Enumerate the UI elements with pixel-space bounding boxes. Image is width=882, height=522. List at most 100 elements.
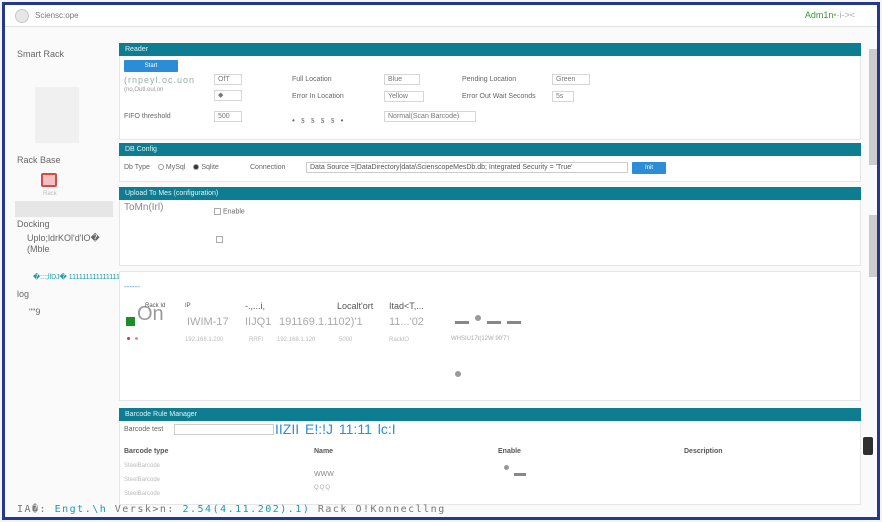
row2-port: 5000	[339, 337, 353, 343]
user-menu-extra: •·i-><	[833, 10, 855, 20]
col-local-port: Localt'ort	[337, 301, 374, 311]
rack-icon-label: Rack	[43, 191, 57, 197]
sidebar-item-upload[interactable]: Uplo;ldrKOl'd'lO� (Mble	[27, 233, 113, 254]
sidebar-item-log-sub: ""9	[29, 307, 41, 317]
col-misc: -.,...i,	[245, 301, 265, 311]
start-button[interactable]: Start	[124, 60, 178, 72]
app-title: Sciensc:ope	[35, 11, 79, 20]
full-location-label: Full Location	[292, 76, 332, 83]
loading-dot	[475, 315, 481, 321]
user-menu[interactable]: Adm1n•·i-><	[805, 10, 855, 20]
connection-label: Connection	[250, 164, 286, 171]
app-logo-icon	[15, 9, 29, 23]
reader-off-select[interactable]: OfT	[214, 74, 242, 85]
table-row[interactable]: SteelBarcode	[124, 491, 160, 497]
upload-checkbox-2[interactable]	[216, 236, 223, 243]
row2-rack: RackIO	[389, 337, 410, 343]
row2-ip2: 192.168.1.120	[277, 337, 316, 343]
barcode-test-label: Barcode test	[124, 426, 164, 433]
pending-location-select[interactable]: Green	[552, 74, 590, 85]
col-ip: IP	[185, 303, 191, 309]
reader-ghost-text: (rnpeyl.oc.uon	[124, 75, 196, 85]
reader-diamond-select[interactable]: ◆	[214, 90, 242, 101]
barcode-name-value: WWW	[314, 471, 334, 478]
sidebar-item-log[interactable]: log	[17, 289, 29, 299]
status-version-label: Versk>n:	[107, 504, 183, 515]
scrollbar-lower[interactable]	[869, 215, 877, 277]
error-location-select[interactable]: Yellow	[384, 91, 424, 102]
row-ijq: IIJQ1	[245, 316, 272, 328]
rack-dashes: ------	[124, 282, 140, 291]
rack-status-dot	[455, 371, 461, 377]
header-description: Description	[684, 448, 723, 455]
enable-label: Enable	[223, 208, 245, 216]
sidebar-selected-highlight[interactable]	[15, 201, 113, 217]
row-wim: IWIM-17	[187, 316, 229, 328]
barcode-strip: IIZII E!:!J 11:11 lc:I	[275, 421, 396, 437]
sqlite-radio[interactable]	[193, 164, 200, 171]
row2-wh: WHSIU17t(12W 90'7'l	[451, 336, 509, 342]
user-name: Adm1n	[804, 10, 834, 20]
header-enable: Enable	[498, 448, 521, 455]
error-location-label: Error In Location	[292, 93, 344, 100]
scrollbar-upper[interactable]	[869, 49, 877, 165]
scan-mode-select[interactable]: Normal(Scan Barcode)	[384, 111, 476, 122]
table-row[interactable]: SteelBarcode	[124, 477, 160, 483]
side-badge-icon[interactable]	[863, 437, 873, 455]
enable-checkbox[interactable]	[214, 208, 221, 215]
loading-dash-2	[487, 321, 501, 324]
status-bar: IA�: Engt.\h Versk>n: 2.54(4.11.202).1) …	[17, 504, 446, 515]
enable-dash	[514, 473, 526, 476]
reader-panel-header: Reader	[119, 43, 861, 56]
sqlite-label: Sqlite	[201, 164, 219, 171]
barcode-panel-header: Barcode Rule Manager	[119, 408, 861, 421]
mysql-radio[interactable]	[157, 164, 164, 171]
loading-dash-1	[455, 321, 469, 324]
connection-input[interactable]: Data Source =|DataDirectory|data\Sciensc…	[306, 162, 628, 173]
col-itad: Itad<T,...	[389, 301, 424, 311]
init-button[interactable]: Init	[632, 162, 666, 174]
rack-icon[interactable]	[41, 173, 57, 187]
db-panel: Db Type MySql Sqlite Connection Data Sou…	[119, 156, 861, 182]
row2-ip: 192.168.1.200	[185, 337, 224, 343]
enable-dot	[504, 465, 509, 470]
reader-ghost-sub: (no,Outl.oul,on	[124, 87, 164, 93]
error-dot-1	[127, 337, 130, 340]
barcode-name-sub: QQQ	[314, 485, 332, 491]
table-row[interactable]: SteelBarcode	[124, 463, 160, 469]
enable-row: Enable	[214, 208, 245, 215]
error-wait-select[interactable]: 5s	[552, 91, 574, 102]
reader-panel: Start (rnpeyl.oc.uon (no,Outl.oul,on OfT…	[119, 56, 861, 140]
error-wait-label: Error Out Wait Seconds	[462, 93, 536, 100]
status-prefix: IA�:	[17, 504, 55, 515]
pending-location-label: Pending Location	[462, 76, 517, 83]
row-ip: 191169.1.1102)'1	[279, 316, 363, 328]
row2-rfid: RRFI	[249, 337, 263, 343]
mysql-label: MySql	[165, 164, 186, 171]
sidebar-item-smart-rack[interactable]: Smart Rack	[17, 49, 64, 59]
fifo-label: FIFO threshold	[124, 113, 171, 120]
full-location-select[interactable]: Blue	[384, 74, 420, 85]
row-port: 11...'02	[389, 316, 424, 328]
barcode-panel: Barcode test Barcode type Name Enable De…	[119, 421, 861, 505]
status-version-value: 2.54(4.11.202).1)	[182, 504, 311, 515]
status-state: Rack O!Konnecllng	[310, 504, 446, 515]
sidebar-ghost-block	[35, 87, 79, 143]
sidebar-item-rack-base[interactable]: Rack Base	[17, 155, 61, 165]
reader-dots: • ƽ ƽ ƽ ƽ •	[292, 116, 346, 125]
upload-panel: ToMn(Irl) Enable	[119, 200, 861, 266]
col-rack-id: Rack Id	[145, 303, 166, 309]
header-name: Name	[314, 448, 334, 455]
app-window: Sciensc:ope Adm1n•·i->< Smart Rack Rack …	[2, 2, 880, 520]
sidebar-item-docking[interactable]: Docking	[17, 219, 50, 229]
loading-dash-3	[507, 321, 521, 324]
fifo-select[interactable]: 500	[214, 111, 242, 122]
sidebar: Smart Rack Rack Base Rack Docking Uplo;l…	[5, 27, 113, 503]
db-panel-header: DB Config	[119, 143, 861, 156]
tomn-label: ToMn(Irl)	[124, 202, 164, 213]
header-barcode-type: Barcode type	[124, 448, 169, 455]
barcode-test-input[interactable]	[174, 424, 274, 435]
upload-panel-header: Upload To Mes (configuration)	[119, 187, 861, 200]
error-dot-2	[135, 337, 138, 340]
title-bar: Sciensc:ope Adm1n•·i-><	[5, 5, 877, 27]
